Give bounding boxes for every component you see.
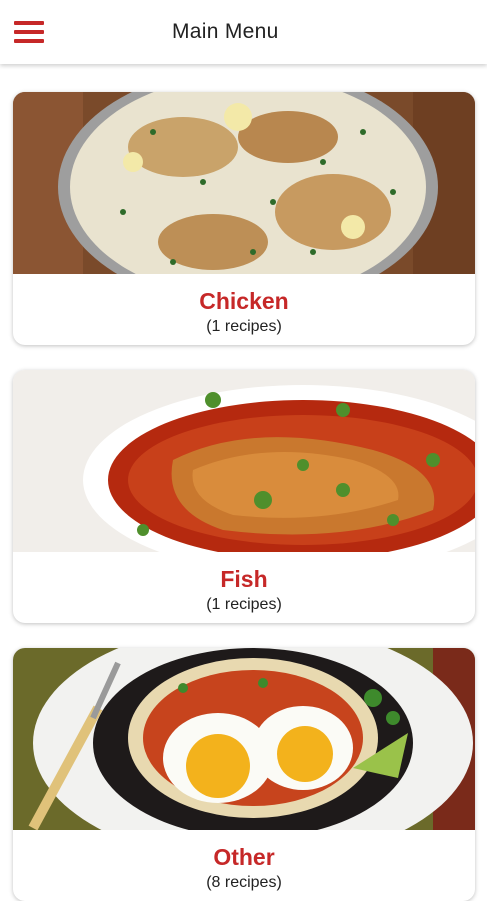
hamburger-menu-icon[interactable] [14, 16, 50, 48]
menu-bar-line [14, 30, 44, 34]
chicken-dish-image [13, 92, 475, 274]
category-card-fish[interactable]: Fish (1 recipes) [13, 370, 475, 623]
app-bar: Main Menu [0, 0, 487, 64]
category-card-chicken[interactable]: Chicken (1 recipes) [13, 92, 475, 345]
category-recipe-count: (1 recipes) [206, 318, 282, 335]
eggs-dish-image [13, 648, 475, 830]
category-name: Other [213, 844, 275, 870]
category-name: Chicken [199, 288, 289, 314]
category-recipe-count: (8 recipes) [206, 874, 282, 891]
category-recipe-count: (1 recipes) [206, 596, 282, 613]
menu-bar-line [14, 39, 44, 43]
category-card-other[interactable]: Other (8 recipes) [13, 648, 475, 901]
page-title: Main Menu [172, 20, 279, 43]
menu-bar-line [14, 21, 44, 25]
fish-dish-image [13, 370, 475, 552]
category-name: Fish [220, 566, 268, 592]
